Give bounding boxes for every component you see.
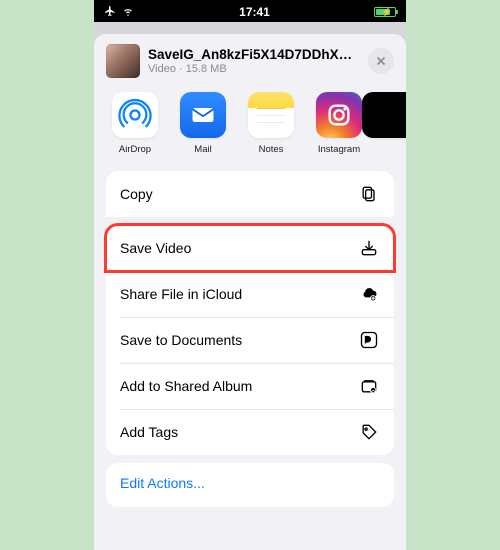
share-target-label: Notes: [259, 144, 284, 155]
wifi-icon: [121, 5, 135, 20]
close-button[interactable]: [368, 48, 394, 74]
share-target-label: AirDrop: [119, 144, 151, 155]
actions-list: Copy Save Video Share File in iCloud Sav…: [106, 171, 394, 455]
phone-frame: 17:41 ⚡ SaveIG_An8kzFi5X14D7DDhXM... Vid…: [94, 0, 406, 550]
share-sheet: SaveIG_An8kzFi5X14D7DDhXM... Video · 15.…: [94, 34, 406, 550]
status-left: [104, 5, 135, 20]
file-size: 15.8 MB: [186, 63, 227, 75]
action-label: Save Video: [120, 240, 191, 256]
action-label: Add Tags: [120, 424, 178, 440]
file-info: SaveIG_An8kzFi5X14D7DDhXM... Video · 15.…: [148, 47, 360, 75]
share-target-strip[interactable]: AirDrop Mail Notes Instagram: [94, 86, 406, 169]
edit-actions-label: Edit Actions...: [120, 475, 205, 491]
action-share-icloud[interactable]: Share File in iCloud: [106, 271, 394, 317]
share-target-instagram[interactable]: Instagram: [312, 92, 366, 155]
edit-actions-button[interactable]: Edit Actions...: [106, 463, 394, 507]
copy-icon: [358, 183, 380, 205]
close-icon: [375, 55, 387, 67]
notes-icon: [248, 92, 294, 138]
file-metadata: Video · 15.8 MB: [148, 63, 360, 75]
share-target-mail[interactable]: Mail: [176, 92, 230, 155]
share-target-notes[interactable]: Notes: [244, 92, 298, 155]
share-target-label: Mail: [194, 144, 211, 155]
shared-album-icon: [358, 375, 380, 397]
action-label: Save to Documents: [120, 332, 242, 348]
action-add-shared-album[interactable]: Add to Shared Album: [106, 363, 394, 409]
action-save-documents[interactable]: Save to Documents: [106, 317, 394, 363]
icloud-share-icon: [358, 283, 380, 305]
sheet-header: SaveIG_An8kzFi5X14D7DDhXM... Video · 15.…: [94, 34, 406, 86]
documents-app-icon: [358, 329, 380, 351]
action-save-video[interactable]: Save Video: [106, 225, 394, 271]
action-label: Copy: [120, 186, 153, 202]
mail-icon: [180, 92, 226, 138]
app-icon-peek: [362, 92, 406, 138]
share-target-more[interactable]: [380, 92, 390, 155]
status-time: 17:41: [239, 5, 270, 19]
share-target-airdrop[interactable]: AirDrop: [108, 92, 162, 155]
tag-icon: [358, 421, 380, 443]
action-copy[interactable]: Copy: [106, 171, 394, 217]
action-label: Add to Shared Album: [120, 378, 252, 394]
share-target-label: Instagram: [318, 144, 360, 155]
airdrop-icon: [112, 92, 158, 138]
file-title: SaveIG_An8kzFi5X14D7DDhXM...: [148, 47, 360, 62]
action-label: Share File in iCloud: [120, 286, 242, 302]
download-icon: [358, 237, 380, 259]
airplane-icon: [104, 5, 116, 20]
status-right: ⚡: [374, 7, 396, 17]
file-thumbnail: [106, 44, 140, 78]
battery-icon: ⚡: [374, 7, 396, 17]
action-add-tags[interactable]: Add Tags: [106, 409, 394, 455]
status-bar: 17:41 ⚡: [94, 0, 406, 22]
file-kind: Video: [148, 63, 176, 75]
instagram-icon: [316, 92, 362, 138]
